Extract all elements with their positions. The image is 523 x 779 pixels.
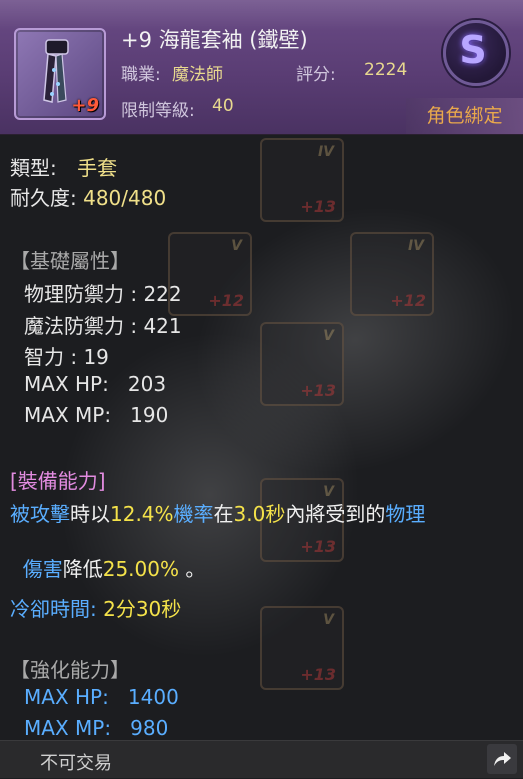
item-name: +9 海龍套袖 (鐵壁) (121, 28, 308, 52)
ability-text: 內將受到的 (285, 502, 386, 526)
ghost-item-slot: V +13 (260, 606, 344, 690)
job-value: 魔法師 (172, 65, 223, 85)
tooltip-header: +9 +9 海龍套袖 (鐵壁) 職業: 魔法師 評分: 2224 限制等級: 4… (0, 0, 523, 135)
slot-enhance: +12 (208, 291, 244, 310)
grade-emblem: S (434, 18, 512, 86)
stat-row: MAX MP: 190 (24, 403, 169, 427)
slot-enhance: +12 (390, 291, 426, 310)
ability-text: 在 (213, 502, 234, 526)
reduction-value: 25.00% (102, 557, 179, 581)
grade-letter: S (459, 28, 487, 72)
tooltip-footer: 不可交易 (0, 740, 523, 778)
durability-label: 耐久度: (10, 186, 77, 210)
durability-row: 耐久度: 480/480 (10, 182, 166, 211)
wing-decoration (155, 161, 523, 519)
item-icon: +9 (14, 28, 106, 120)
slot-enhance: +13 (300, 665, 336, 684)
share-arrow-icon[interactable] (487, 744, 517, 774)
equip-ability-line-2: 傷害降低25.00% 。 (10, 529, 206, 582)
slot-grade: V (323, 328, 334, 344)
slot-grade: V (323, 612, 334, 628)
equip-ability-line-1: 被攻擊時以12.4%機率在3.0秒內將受到的物理 (10, 498, 425, 527)
enhance-stat-row: MAX HP: 1400 (24, 685, 179, 709)
ability-text: 降低 (62, 557, 103, 581)
level-label: 限制等級: (121, 101, 195, 121)
bind-status-badge: 角色綁定 (406, 98, 523, 134)
type-row: 類型: 手套 (10, 152, 117, 181)
ability-keyword: 機率 (173, 502, 214, 526)
enhance-ability-title: 【強化能力】 (10, 658, 130, 682)
stat-row: MAX HP: 203 (24, 372, 167, 396)
ability-keyword: 傷害 (22, 557, 63, 581)
ability-keyword: 物理 (385, 502, 426, 526)
trade-status: 不可交易 (40, 753, 112, 774)
slot-grade: IV (317, 144, 334, 160)
job-label: 職業: (121, 65, 161, 85)
slot-enhance: +13 (300, 197, 336, 216)
stat-row: 魔法防禦力 : 421 (24, 314, 182, 338)
base-stats-title: 【基礎屬性】 (10, 249, 130, 273)
cooldown-row: 冷卻時間: 2分30秒 (10, 593, 181, 622)
level-value: 40 (212, 96, 234, 116)
duration-value: 3.0秒 (233, 502, 286, 526)
chance-value: 12.4% (110, 502, 174, 526)
slot-grade: IV (407, 238, 424, 254)
score-label: 評分: (296, 65, 336, 85)
cooldown-label: 冷卻時間: (10, 597, 97, 621)
share-arrow-icon (494, 752, 511, 766)
type-value: 手套 (77, 156, 118, 180)
ghost-item-slot: IV +12 (350, 232, 434, 316)
type-label: 類型: (10, 156, 57, 180)
ability-text: 。 (178, 557, 206, 581)
enhance-stat-row: MAX MP: 980 (24, 716, 169, 740)
stat-row: 物理防禦力 : 222 (24, 282, 182, 306)
ability-text: 時以 (70, 502, 110, 526)
item-enhance-badge: +9 (71, 95, 99, 116)
cooldown-value: 2分30秒 (103, 597, 182, 621)
slot-enhance: +13 (300, 537, 336, 556)
slot-enhance: +13 (300, 381, 336, 400)
stat-row: 智力 : 19 (24, 345, 109, 369)
ghost-item-slot: IV +13 (260, 138, 344, 222)
slot-grade: V (231, 238, 242, 254)
equip-ability-title: [裝備能力] (10, 469, 106, 493)
score-value: 2224 (364, 60, 408, 80)
durability-value: 480/480 (83, 186, 167, 210)
ghost-item-slot: V +13 (260, 322, 344, 406)
trigger-text: 被攻擊 (10, 502, 70, 526)
